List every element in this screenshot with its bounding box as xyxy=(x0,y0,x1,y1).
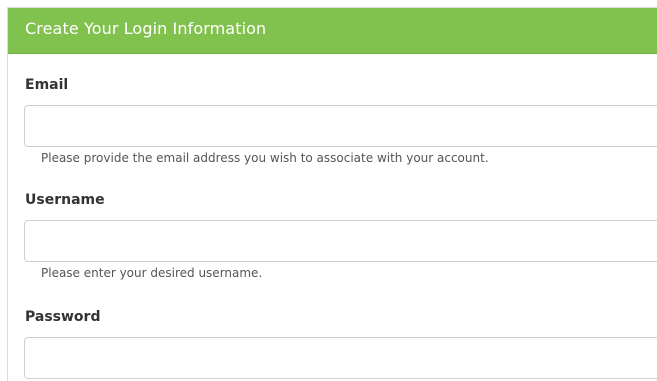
email-help-text: Please provide the email address you wis… xyxy=(41,151,489,165)
username-help-text: Please enter your desired username. xyxy=(41,266,263,280)
login-info-panel: Create Your Login Information Email Plea… xyxy=(7,7,657,381)
panel-header: Create Your Login Information xyxy=(8,8,657,54)
username-label: Username xyxy=(25,192,105,208)
email-field[interactable] xyxy=(24,105,657,147)
username-field[interactable] xyxy=(24,220,657,262)
email-label: Email xyxy=(25,77,69,93)
password-field[interactable] xyxy=(24,337,657,379)
panel-title: Create Your Login Information xyxy=(25,19,267,38)
password-label: Password xyxy=(25,309,101,325)
